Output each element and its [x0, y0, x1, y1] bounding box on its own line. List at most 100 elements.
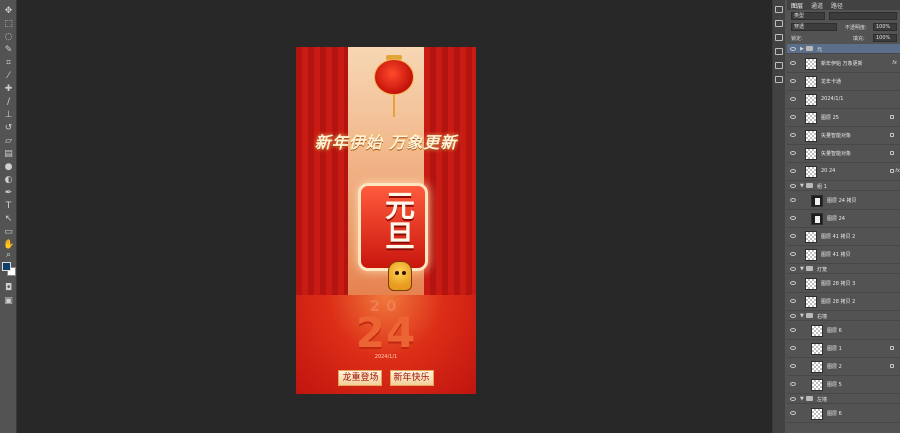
history-brush-tool-icon[interactable]: ↺: [3, 123, 14, 133]
hand-tool-icon[interactable]: ✋: [3, 240, 14, 250]
layer-group-row[interactable]: ▼ 左墙: [787, 394, 900, 404]
layer-row[interactable]: 矢量智能对象: [787, 127, 900, 145]
visibility-eye-icon[interactable]: [790, 115, 796, 119]
layer-thumbnail[interactable]: [805, 130, 817, 142]
layer-thumbnail[interactable]: [811, 325, 823, 337]
group-caret-icon[interactable]: ▼: [800, 266, 804, 272]
group-caret-icon[interactable]: ▼: [800, 183, 804, 189]
layer-group-row[interactable]: ▶ 元: [787, 44, 900, 54]
layer-thumbnail[interactable]: [805, 231, 817, 243]
layer-row[interactable]: 图层 25: [787, 109, 900, 127]
layer-row[interactable]: 图层 41 拷贝: [787, 246, 900, 264]
visibility-eye-icon[interactable]: [790, 328, 796, 332]
effects-badge[interactable]: fx: [892, 60, 897, 66]
layer-thumbnail[interactable]: [805, 76, 817, 88]
layer-thumbnail[interactable]: [805, 166, 817, 178]
layer-row[interactable]: 图层 5: [787, 376, 900, 394]
visibility-eye-icon[interactable]: [790, 382, 796, 386]
layer-thumbnail[interactable]: [805, 148, 817, 160]
tab-paths[interactable]: 路径: [831, 1, 843, 10]
crop-tool-icon[interactable]: ⌗: [3, 58, 14, 68]
brush-tool-icon[interactable]: ∕: [3, 97, 14, 107]
visibility-eye-icon[interactable]: [790, 151, 796, 155]
layer-thumbnail[interactable]: [811, 361, 823, 373]
visibility-eye-icon[interactable]: [790, 216, 796, 220]
layer-thumbnail[interactable]: [811, 408, 823, 420]
visibility-eye-icon[interactable]: [790, 184, 796, 188]
layer-row[interactable]: 图层 2: [787, 358, 900, 376]
layer-thumbnail[interactable]: [805, 94, 817, 106]
move-tool-icon[interactable]: ✥: [3, 6, 14, 16]
libraries-panel-icon[interactable]: [775, 62, 783, 69]
visibility-eye-icon[interactable]: [790, 79, 796, 83]
clone-stamp-tool-icon[interactable]: ⊥: [3, 110, 14, 120]
layer-thumbnail[interactable]: [811, 379, 823, 391]
screen-mode-icon[interactable]: ▣: [3, 296, 14, 306]
layer-row[interactable]: 图层 24: [787, 210, 900, 228]
document-canvas[interactable]: 新年伊始 万象更新 元旦 20 24 2024/1/1 龙重登场 新年快乐: [296, 47, 476, 394]
eraser-tool-icon[interactable]: ▱: [3, 136, 14, 146]
visibility-eye-icon[interactable]: [790, 133, 796, 137]
layer-group-row[interactable]: ▼ 右墙: [787, 311, 900, 321]
layer-row[interactable]: 图层 6: [787, 322, 900, 340]
layer-row[interactable]: 龙年卡通: [787, 73, 900, 91]
adjustments-panel-icon[interactable]: [775, 34, 783, 41]
visibility-eye-icon[interactable]: [790, 299, 796, 303]
history-panel-icon[interactable]: [775, 6, 783, 13]
visibility-eye-icon[interactable]: [790, 411, 796, 415]
visibility-eye-icon[interactable]: [790, 234, 796, 238]
layer-thumbnail[interactable]: [805, 278, 817, 290]
visibility-eye-icon[interactable]: [790, 198, 796, 202]
blend-mode-select[interactable]: 穿透: [791, 23, 837, 31]
visibility-eye-icon[interactable]: [790, 397, 796, 401]
marquee-tool-icon[interactable]: ⬚: [3, 19, 14, 29]
layer-group-row[interactable]: ▼ 组 1: [787, 181, 900, 191]
visibility-eye-icon[interactable]: [790, 61, 796, 65]
quick-select-tool-icon[interactable]: ✎: [3, 45, 14, 55]
layer-thumbnail[interactable]: [805, 249, 817, 261]
layer-row[interactable]: 2024/1/1: [787, 91, 900, 109]
tab-layers[interactable]: 图层: [791, 1, 803, 10]
visibility-eye-icon[interactable]: [790, 267, 796, 271]
visibility-eye-icon[interactable]: [790, 252, 796, 256]
filter-icons[interactable]: [829, 12, 897, 20]
healing-tool-icon[interactable]: ✚: [3, 84, 14, 94]
visibility-eye-icon[interactable]: [790, 364, 796, 368]
layer-row[interactable]: 图层 28 拷贝 3: [787, 275, 900, 293]
effects-badge[interactable]: fx: [895, 168, 900, 174]
foreground-color-swatch[interactable]: [2, 262, 11, 271]
layer-row[interactable]: 图层 1: [787, 340, 900, 358]
layer-row[interactable]: 图层 24 拷贝: [787, 192, 900, 210]
layer-thumbnail[interactable]: [805, 296, 817, 308]
lasso-tool-icon[interactable]: ◌: [3, 32, 14, 42]
visibility-eye-icon[interactable]: [790, 97, 796, 101]
layer-thumbnail[interactable]: [811, 343, 823, 355]
layer-row[interactable]: 新年伊始 万象更新 fx: [787, 55, 900, 73]
gradient-tool-icon[interactable]: ▤: [3, 149, 14, 159]
group-caret-icon[interactable]: ▼: [800, 396, 804, 402]
opacity-field[interactable]: 100%: [873, 23, 897, 31]
layer-thumbnail[interactable]: [811, 195, 823, 207]
swatches-panel-icon[interactable]: [775, 48, 783, 55]
character-panel-icon[interactable]: [775, 76, 783, 83]
layer-row[interactable]: 20 24 fx: [787, 163, 900, 181]
layer-row[interactable]: 图层 28 拷贝 2: [787, 293, 900, 311]
fill-field[interactable]: 100%: [873, 34, 897, 42]
layer-row[interactable]: 图层 6: [787, 405, 900, 423]
layer-group-row[interactable]: ▼ 灯笼: [787, 264, 900, 274]
filter-kind-select[interactable]: 类型: [791, 12, 825, 20]
eyedropper-tool-icon[interactable]: ⁄: [3, 71, 14, 81]
visibility-eye-icon[interactable]: [790, 346, 796, 350]
visibility-eye-icon[interactable]: [790, 47, 796, 51]
tab-channels[interactable]: 通道: [811, 1, 823, 10]
layer-thumbnail[interactable]: [811, 213, 823, 225]
visibility-eye-icon[interactable]: [790, 169, 796, 173]
quick-mask-icon[interactable]: ◘: [3, 283, 14, 293]
zoom-tool-icon[interactable]: ⌕: [3, 250, 14, 260]
canvas-area[interactable]: 新年伊始 万象更新 元旦 20 24 2024/1/1 龙重登场 新年快乐: [18, 0, 772, 433]
shape-tool-icon[interactable]: ▭: [3, 227, 14, 237]
layer-thumbnail[interactable]: [805, 112, 817, 124]
pen-tool-icon[interactable]: ✒: [3, 188, 14, 198]
type-tool-icon[interactable]: T: [3, 201, 14, 211]
path-select-tool-icon[interactable]: ↖: [3, 214, 14, 224]
